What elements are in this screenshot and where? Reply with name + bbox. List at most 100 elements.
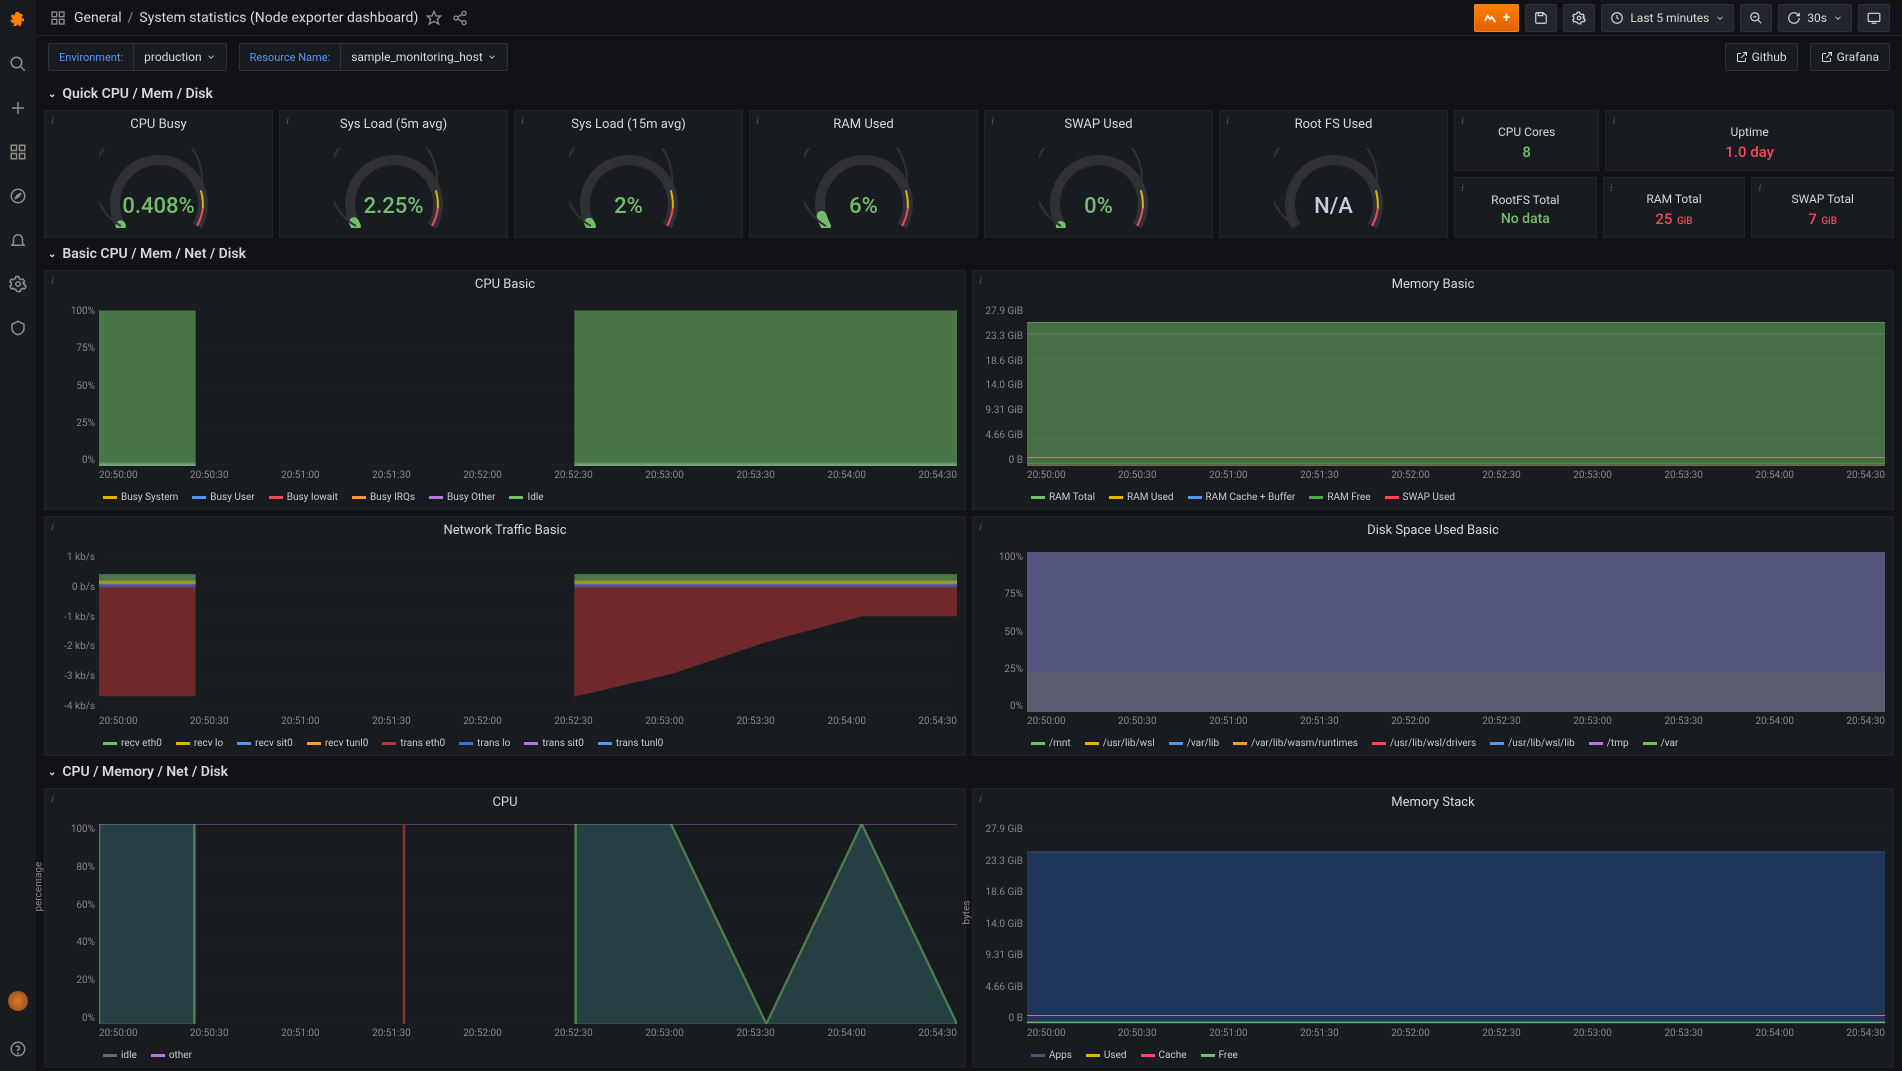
- legend-item[interactable]: trans sit0: [524, 738, 584, 749]
- legend-item[interactable]: Used: [1086, 1050, 1127, 1061]
- legend-item[interactable]: /var/lib: [1169, 738, 1219, 749]
- plot-area[interactable]: [1027, 824, 1885, 1024]
- info-icon[interactable]: i: [1610, 182, 1613, 194]
- info-icon[interactable]: i: [1461, 115, 1464, 127]
- row-basic-header[interactable]: ⌄Basic CPU / Mem / Net / Disk: [44, 238, 1894, 270]
- legend-item[interactable]: RAM Total: [1031, 492, 1095, 503]
- dashboards-icon[interactable]: [6, 140, 30, 164]
- legend-item[interactable]: recv eth0: [103, 738, 162, 749]
- legend-item[interactable]: Busy System: [103, 492, 178, 503]
- breadcrumb-folder[interactable]: General: [74, 10, 122, 26]
- legend-item[interactable]: Busy Iowait: [269, 492, 338, 503]
- info-icon[interactable]: i: [979, 793, 982, 805]
- breadcrumb[interactable]: General / System statistics (Node export…: [74, 10, 418, 26]
- plot-area[interactable]: [99, 306, 957, 466]
- panel-memory-basic[interactable]: i Memory Basic 27.9 GiB23.3 GiB18.6 GiB1…: [972, 270, 1894, 510]
- row-quick-header[interactable]: ⌄Quick CPU / Mem / Disk: [44, 78, 1894, 110]
- breadcrumb-title[interactable]: System statistics (Node exporter dashboa…: [139, 10, 418, 26]
- save-button[interactable]: [1525, 4, 1557, 32]
- link-grafana[interactable]: Grafana: [1810, 43, 1890, 71]
- help-icon[interactable]: [6, 1037, 30, 1061]
- legend-item[interactable]: Busy Other: [429, 492, 495, 503]
- legend-item[interactable]: /tmp: [1589, 738, 1629, 749]
- search-icon[interactable]: [6, 52, 30, 76]
- plot-area[interactable]: [1027, 306, 1885, 466]
- legend-item[interactable]: /var/lib/wasm/runtimes: [1233, 738, 1358, 749]
- settings-button[interactable]: [1563, 4, 1595, 32]
- gauge-ram-used[interactable]: i RAM Used 6%: [749, 110, 978, 238]
- legend-item[interactable]: Apps: [1031, 1050, 1072, 1061]
- legend-item[interactable]: Cache: [1141, 1050, 1187, 1061]
- legend-item[interactable]: /usr/lib/wsl/drivers: [1372, 738, 1476, 749]
- info-icon[interactable]: i: [51, 793, 54, 805]
- panel-cpu[interactable]: i CPU percentage 100%80%60%40%20%0% 20:5…: [44, 788, 966, 1068]
- add-panel-button[interactable]: +: [1474, 4, 1520, 32]
- time-range-picker[interactable]: Last 5 minutes: [1601, 4, 1734, 32]
- refresh-button[interactable]: 30s: [1778, 4, 1852, 32]
- user-avatar-icon[interactable]: [6, 989, 30, 1013]
- plot-area[interactable]: [99, 824, 957, 1024]
- var-resource-name[interactable]: Resource Name: sample_monitoring_host: [239, 43, 508, 71]
- configuration-icon[interactable]: [6, 272, 30, 296]
- info-icon[interactable]: i: [286, 115, 289, 127]
- legend-item[interactable]: /usr/lib/wsl/lib: [1490, 738, 1575, 749]
- row-full-header[interactable]: ⌄CPU / Memory / Net / Disk: [44, 756, 1894, 788]
- info-icon[interactable]: i: [979, 521, 982, 533]
- dashboard-grid-icon[interactable]: [48, 8, 68, 28]
- legend-item[interactable]: RAM Used: [1109, 492, 1173, 503]
- plot-area[interactable]: [1027, 552, 1885, 712]
- info-icon[interactable]: i: [51, 521, 54, 533]
- server-admin-icon[interactable]: [6, 316, 30, 340]
- info-icon[interactable]: i: [991, 115, 994, 127]
- legend-item[interactable]: idle: [103, 1050, 137, 1061]
- zoom-out-button[interactable]: [1740, 4, 1772, 32]
- info-icon[interactable]: i: [1612, 115, 1615, 127]
- panel-cpu-basic[interactable]: i CPU Basic 100%75%50%25%0% 20:50:0020:5…: [44, 270, 966, 510]
- grafana-logo-icon[interactable]: [6, 8, 30, 32]
- legend-item[interactable]: /mnt: [1031, 738, 1071, 749]
- panel-network-basic[interactable]: i Network Traffic Basic 1 kb/s0 b/s-1 kb…: [44, 516, 966, 756]
- var-environment[interactable]: Environment: production: [48, 43, 227, 71]
- info-icon[interactable]: i: [51, 275, 54, 287]
- info-icon[interactable]: i: [521, 115, 524, 127]
- info-icon[interactable]: i: [51, 115, 54, 127]
- legend-item[interactable]: trans eth0: [382, 738, 445, 749]
- legend-item[interactable]: Free: [1201, 1050, 1238, 1061]
- legend-item[interactable]: SWAP Used: [1385, 492, 1456, 503]
- legend-item[interactable]: /var: [1643, 738, 1679, 749]
- stat-cpu-cores[interactable]: i CPU Cores 8: [1454, 110, 1599, 171]
- legend-item[interactable]: trans lo: [459, 738, 510, 749]
- tv-mode-button[interactable]: [1858, 4, 1890, 32]
- star-icon[interactable]: [424, 8, 444, 28]
- gauge-cpu-busy[interactable]: i CPU Busy 0.408%: [44, 110, 273, 238]
- explore-icon[interactable]: [6, 184, 30, 208]
- info-icon[interactable]: i: [1226, 115, 1229, 127]
- legend-item[interactable]: other: [151, 1050, 192, 1061]
- info-icon[interactable]: i: [756, 115, 759, 127]
- stat-rootfs-total[interactable]: i RootFS Total No data: [1454, 177, 1597, 238]
- plus-icon[interactable]: [6, 96, 30, 120]
- legend-item[interactable]: trans tunl0: [598, 738, 663, 749]
- legend-item[interactable]: recv lo: [176, 738, 223, 749]
- share-icon[interactable]: [450, 8, 470, 28]
- gauge-root-fs-used[interactable]: i Root FS Used N/A: [1219, 110, 1448, 238]
- legend-item[interactable]: recv sit0: [237, 738, 293, 749]
- plot-area[interactable]: [99, 552, 957, 712]
- stat-swap-total[interactable]: i SWAP Total 7 GiB: [1751, 177, 1894, 238]
- info-icon[interactable]: i: [1461, 182, 1464, 194]
- panel-memory-stack[interactable]: i Memory Stack bytes 27.9 GiB23.3 GiB18.…: [972, 788, 1894, 1068]
- alerting-icon[interactable]: [6, 228, 30, 252]
- legend-item[interactable]: RAM Cache + Buffer: [1188, 492, 1296, 503]
- gauge-sys-load-15m-avg-[interactable]: i Sys Load (15m avg) 2%: [514, 110, 743, 238]
- info-icon[interactable]: i: [1758, 182, 1761, 194]
- legend-item[interactable]: recv tunl0: [307, 738, 369, 749]
- gauge-sys-load-5m-avg-[interactable]: i Sys Load (5m avg) 2.25%: [279, 110, 508, 238]
- link-github[interactable]: Github: [1725, 43, 1798, 71]
- stat-uptime[interactable]: i Uptime 1.0 day: [1605, 110, 1894, 171]
- legend-item[interactable]: /usr/lib/wsl: [1085, 738, 1155, 749]
- legend-item[interactable]: Idle: [509, 492, 543, 503]
- gauge-swap-used[interactable]: i SWAP Used 0%: [984, 110, 1213, 238]
- stat-ram-total[interactable]: i RAM Total 25 GiB: [1603, 177, 1746, 238]
- legend-item[interactable]: Busy User: [192, 492, 254, 503]
- legend-item[interactable]: Busy IRQs: [352, 492, 415, 503]
